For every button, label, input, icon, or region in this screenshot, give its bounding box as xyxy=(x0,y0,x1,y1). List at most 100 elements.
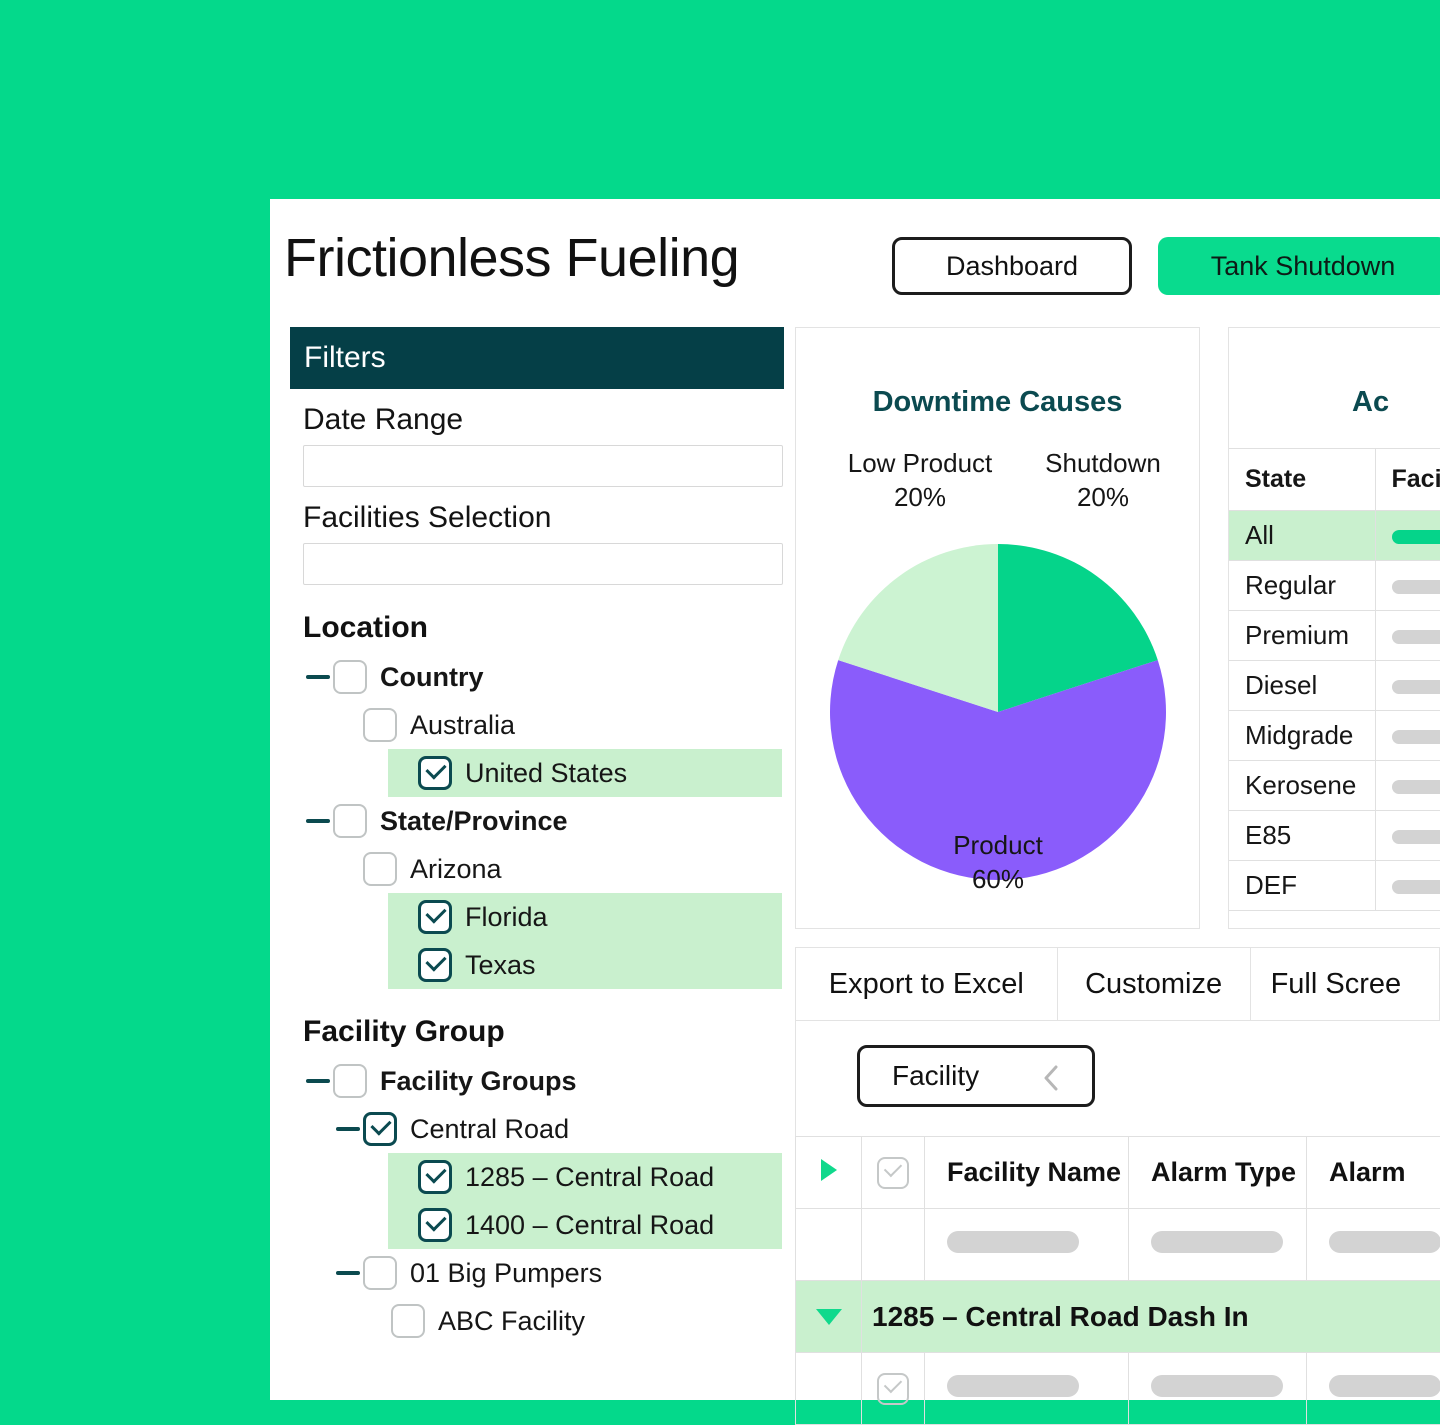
downtime-causes-card: Downtime Causes Low Product 20% Shutdown… xyxy=(795,327,1200,929)
location-tree-item-checkbox[interactable] xyxy=(363,708,397,742)
facility-tree-item-checkbox[interactable] xyxy=(363,1112,397,1146)
state-table-row[interactable]: All xyxy=(1229,511,1440,561)
facility-selector-label: Facility xyxy=(892,1060,979,1092)
collapse-minus-icon[interactable] xyxy=(303,662,333,692)
chevron-left-icon[interactable] xyxy=(1043,1065,1058,1091)
facilities-selection-input[interactable] xyxy=(303,543,783,585)
alarm-group-row[interactable]: 1285 – Central Road Dash In xyxy=(796,1281,1440,1353)
state-table-row[interactable]: Midgrade xyxy=(1229,711,1440,761)
facility-bar-cell xyxy=(1375,861,1440,911)
filter-checkbox-cell xyxy=(862,1209,925,1281)
state-table-row[interactable]: Premium xyxy=(1229,611,1440,661)
filters-panel: Filters Date Range Facilities Selection … xyxy=(290,327,784,1400)
expand-all-header-cell[interactable] xyxy=(796,1137,862,1209)
collapse-minus-icon[interactable] xyxy=(303,1066,333,1096)
facility-tree-item-checkbox[interactable] xyxy=(363,1256,397,1290)
facility-selector-bar: Facility xyxy=(795,1021,1440,1136)
location-tree-item-checkbox[interactable] xyxy=(363,852,397,886)
facility-bar-cell xyxy=(1375,561,1440,611)
location-tree-item-row[interactable]: Florida xyxy=(388,893,782,941)
facility-tree-item-row[interactable]: 01 Big Pumpers xyxy=(290,1249,784,1297)
facility-tree-item-checkbox[interactable] xyxy=(418,1160,452,1194)
location-tree-item-row[interactable]: Country xyxy=(290,653,784,701)
row-alarm-type-cell xyxy=(1129,1353,1307,1425)
group-label-cell: 1285 – Central Road Dash In xyxy=(862,1281,1440,1353)
location-tree-item-row[interactable]: United States xyxy=(388,749,782,797)
location-tree: CountryAustraliaUnited StatesState/Provi… xyxy=(290,653,784,989)
table-row[interactable] xyxy=(796,1353,1440,1425)
state-cell: DEF xyxy=(1229,861,1375,911)
export-to-excel-button[interactable]: Export to Excel xyxy=(796,948,1058,1020)
app-header: Frictionless Fueling Dashboard Tank Shut… xyxy=(270,199,1440,324)
collapse-group-triangle-icon[interactable] xyxy=(816,1309,842,1325)
location-heading: Location xyxy=(303,611,784,645)
location-tree-item-checkbox[interactable] xyxy=(418,900,452,934)
alarm-table: Facility Name Alarm Type Alarm 1285 – Ce… xyxy=(795,1136,1440,1425)
facility-tree-item-checkbox[interactable] xyxy=(333,1064,367,1098)
collapse-minus-icon[interactable] xyxy=(303,806,333,836)
facility-tree-item-checkbox[interactable] xyxy=(418,1208,452,1242)
dashboard-button[interactable]: Dashboard xyxy=(892,237,1132,295)
placeholder-bar xyxy=(1151,1375,1283,1397)
facility-value-bar xyxy=(1392,780,1440,794)
facility-value-bar xyxy=(1392,530,1440,544)
state-cell: Midgrade xyxy=(1229,711,1375,761)
state-table-row[interactable]: Kerosene xyxy=(1229,761,1440,811)
collapse-minus-icon[interactable] xyxy=(333,1114,363,1144)
filter-alarm-type-cell[interactable] xyxy=(1129,1209,1307,1281)
location-tree-item-checkbox[interactable] xyxy=(418,756,452,790)
state-table: State Facili AllRegularPremiumDieselMidg… xyxy=(1229,448,1440,911)
facility-tree-item-row[interactable]: Facility Groups xyxy=(290,1057,784,1105)
location-tree-item-checkbox[interactable] xyxy=(418,948,452,982)
facility-selector-chip[interactable]: Facility xyxy=(857,1045,1095,1107)
facility-tree-item-row[interactable]: ABC Facility xyxy=(290,1297,784,1345)
facility-tree-item-row[interactable]: 1285 – Central Road xyxy=(388,1153,782,1201)
state-table-row[interactable]: DEF xyxy=(1229,861,1440,911)
facility-value-bar xyxy=(1392,680,1440,694)
alarm-type-column-header[interactable]: Alarm Type xyxy=(1129,1137,1307,1209)
location-tree-item-label: Arizona xyxy=(410,854,502,885)
location-tree-item-label: Texas xyxy=(465,950,536,981)
customize-button[interactable]: Customize xyxy=(1058,948,1251,1020)
select-all-header-cell[interactable] xyxy=(862,1137,925,1209)
placeholder-bar xyxy=(947,1375,1079,1397)
location-tree-item-checkbox[interactable] xyxy=(333,804,367,838)
full-screen-button[interactable]: Full Scree xyxy=(1251,948,1440,1020)
page-title: Frictionless Fueling xyxy=(284,227,739,289)
activity-card: Ac State Facili AllRegularPremiumDieselM… xyxy=(1228,327,1440,929)
row-checkbox-cell[interactable] xyxy=(862,1353,925,1425)
date-range-input[interactable] xyxy=(303,445,783,487)
alarm-table-header-row: Facility Name Alarm Type Alarm xyxy=(796,1137,1440,1209)
state-table-row[interactable]: Regular xyxy=(1229,561,1440,611)
facility-tree-item-label: 1285 – Central Road xyxy=(465,1162,714,1193)
state-column-header[interactable]: State xyxy=(1229,449,1375,511)
filter-facility-name-cell[interactable] xyxy=(925,1209,1129,1281)
facility-tree-item-row[interactable]: 1400 – Central Road xyxy=(388,1201,782,1249)
facility-value-bar xyxy=(1392,830,1440,844)
facility-group-heading: Facility Group xyxy=(303,1015,784,1049)
alarm-column-header[interactable]: Alarm xyxy=(1307,1137,1440,1209)
facility-tree-item-checkbox[interactable] xyxy=(391,1304,425,1338)
location-tree-item-row[interactable]: Texas xyxy=(388,941,782,989)
facility-bar-cell xyxy=(1375,511,1440,561)
filter-alarm-cell[interactable] xyxy=(1307,1209,1440,1281)
activity-card-title: Ac xyxy=(1352,386,1389,419)
facilities-selection-label: Facilities Selection xyxy=(303,501,784,535)
collapse-minus-icon[interactable] xyxy=(333,1258,363,1288)
tank-shutdown-button[interactable]: Tank Shutdown xyxy=(1158,237,1440,295)
location-tree-item-row[interactable]: Australia xyxy=(290,701,784,749)
facility-name-column-header[interactable]: Facility Name xyxy=(925,1137,1129,1209)
state-cell: E85 xyxy=(1229,811,1375,861)
group-collapse-cell[interactable] xyxy=(796,1281,862,1353)
expand-all-triangle-icon[interactable] xyxy=(821,1159,837,1181)
facility-column-header[interactable]: Facili xyxy=(1375,449,1440,511)
facility-tree-item-row[interactable]: Central Road xyxy=(290,1105,784,1153)
state-cell: All xyxy=(1229,511,1375,561)
location-tree-item-row[interactable]: State/Province xyxy=(290,797,784,845)
select-all-checkbox[interactable] xyxy=(877,1157,909,1189)
location-tree-item-row[interactable]: Arizona xyxy=(290,845,784,893)
location-tree-item-checkbox[interactable] xyxy=(333,660,367,694)
row-select-checkbox[interactable] xyxy=(877,1373,909,1405)
state-table-row[interactable]: Diesel xyxy=(1229,661,1440,711)
state-table-row[interactable]: E85 xyxy=(1229,811,1440,861)
